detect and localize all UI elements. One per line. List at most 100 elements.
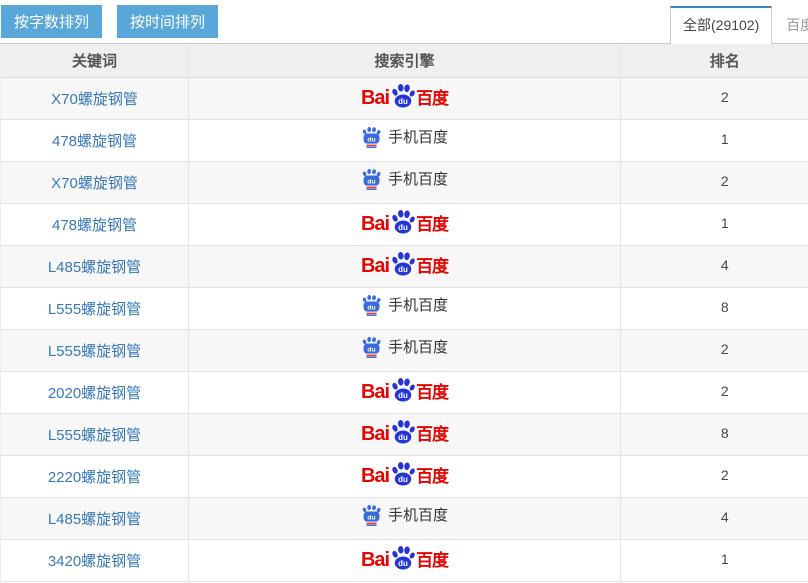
mobile-baidu-icon: du — [361, 505, 382, 526]
rank-value: 4 — [721, 257, 729, 273]
rank-value: 2 — [721, 467, 729, 483]
baidu-logo: Bai du 百度 — [361, 464, 448, 489]
search-engine-cell: Bai du 百度 — [189, 455, 621, 497]
ranking-table: 关键词 搜索引擎 排名 X70螺旋钢管 Bai d — [0, 44, 808, 582]
rank-cell: 1 — [621, 539, 808, 581]
svg-text:du: du — [367, 304, 375, 311]
baidu-logo-chinese: 百度 — [416, 216, 448, 233]
rank-value: 1 — [721, 551, 729, 567]
rank-value: 4 — [721, 509, 729, 525]
keyword-cell: 478螺旋钢管 — [1, 203, 189, 245]
table-row: L555螺旋钢管 Bai du 百度 — [1, 413, 808, 455]
svg-text:du: du — [398, 264, 408, 273]
mobile-baidu-icon: du — [361, 169, 382, 190]
header-keyword: 关键词 — [1, 44, 189, 77]
table-row: 478螺旋钢管 du — [1, 119, 808, 161]
mobile-baidu-label: 手机百度 — [388, 298, 448, 313]
rank-cell: 2 — [621, 371, 808, 413]
mobile-baidu-label: 手机百度 — [388, 508, 448, 523]
baidu-paw-icon: du — [390, 209, 415, 234]
baidu-paw-icon: du — [390, 83, 415, 108]
baidu-logo-bai: Bai — [361, 88, 389, 108]
baidu-logo-bai: Bai — [361, 214, 389, 234]
topbar: 按字数排列 按时间排列 全部(29102) 百度 — [0, 0, 808, 44]
keyword-link[interactable]: 478螺旋钢管 — [52, 217, 137, 234]
rank-cell: 8 — [621, 413, 808, 455]
search-engine-cell: Bai du 百度 — [189, 203, 621, 245]
baidu-logo-chinese: 百度 — [416, 468, 448, 485]
rank-value: 1 — [721, 215, 729, 231]
tab-all[interactable]: 全部(29102) — [670, 6, 772, 44]
svg-text:du: du — [398, 222, 408, 231]
sort-by-time-button[interactable]: 按时间排列 — [117, 5, 218, 38]
keyword-cell: X70螺旋钢管 — [1, 77, 189, 119]
table-row: L485螺旋钢管 Bai du 百度 — [1, 245, 808, 287]
rank-value: 2 — [721, 173, 729, 189]
baidu-logo: Bai du 百度 — [361, 380, 448, 405]
keyword-cell: 3420螺旋钢管 — [1, 539, 189, 581]
keyword-link[interactable]: 3420螺旋钢管 — [48, 553, 141, 570]
svg-text:du: du — [398, 558, 408, 567]
keyword-link[interactable]: 478螺旋钢管 — [52, 133, 137, 150]
baidu-logo-bai: Bai — [361, 256, 389, 276]
table-row: L485螺旋钢管 du — [1, 497, 808, 539]
tab-baidu[interactable]: 百度 — [772, 6, 808, 44]
search-engine-cell: Bai du 百度 — [189, 539, 621, 581]
keyword-cell: L485螺旋钢管 — [1, 245, 189, 287]
baidu-logo-chinese: 百度 — [416, 258, 448, 275]
rank-value: 2 — [721, 341, 729, 357]
table-row: L555螺旋钢管 du — [1, 329, 808, 371]
mobile-baidu: du 手机百度 — [361, 337, 448, 358]
keyword-link[interactable]: 2220螺旋钢管 — [48, 469, 141, 486]
keyword-cell: 478螺旋钢管 — [1, 119, 189, 161]
keyword-cell: 2220螺旋钢管 — [1, 455, 189, 497]
search-engine-cell: du du 手机百度 — [189, 287, 621, 329]
keyword-cell: L555螺旋钢管 — [1, 287, 189, 329]
search-engine-cell: du du 手机百度 — [189, 161, 621, 203]
baidu-logo-bai: Bai — [361, 466, 389, 486]
keyword-link[interactable]: X70螺旋钢管 — [51, 175, 138, 192]
baidu-logo-chinese: 百度 — [416, 384, 448, 401]
mobile-baidu-label: 手机百度 — [388, 172, 448, 187]
page: 按字数排列 按时间排列 全部(29102) 百度 关键词 搜索引擎 排名 X70… — [0, 0, 808, 582]
mobile-baidu: du 手机百度 — [361, 295, 448, 316]
rank-cell: 8 — [621, 287, 808, 329]
keyword-link[interactable]: L555螺旋钢管 — [48, 343, 141, 360]
rank-cell: 4 — [621, 497, 808, 539]
keyword-link[interactable]: L485螺旋钢管 — [48, 511, 141, 528]
sort-by-wordcount-button[interactable]: 按字数排列 — [1, 5, 102, 38]
keyword-cell: 2020螺旋钢管 — [1, 371, 189, 413]
mobile-baidu: du 手机百度 — [361, 505, 448, 526]
rank-value: 8 — [721, 425, 729, 441]
keyword-cell: L555螺旋钢管 — [1, 413, 189, 455]
mobile-baidu-icon: du — [361, 295, 382, 316]
baidu-logo-chinese: 百度 — [416, 426, 448, 443]
baidu-logo-bai: Bai — [361, 550, 389, 570]
svg-text:du: du — [367, 136, 375, 143]
baidu-logo: Bai du 百度 — [361, 212, 448, 237]
rank-cell: 4 — [621, 245, 808, 287]
keyword-link[interactable]: L555螺旋钢管 — [48, 427, 141, 444]
mobile-baidu-icon: du — [361, 337, 382, 358]
rank-cell: 1 — [621, 203, 808, 245]
rank-cell: 1 — [621, 119, 808, 161]
rank-cell: 2 — [621, 77, 808, 119]
rank-value: 8 — [721, 299, 729, 315]
rank-value: 2 — [721, 383, 729, 399]
table-row: 3420螺旋钢管 Bai du 百度 — [1, 539, 808, 581]
table-row: X70螺旋钢管 du — [1, 161, 808, 203]
keyword-cell: X70螺旋钢管 — [1, 161, 189, 203]
baidu-paw-icon: du — [390, 419, 415, 444]
keyword-link[interactable]: 2020螺旋钢管 — [48, 385, 141, 402]
baidu-logo-chinese: 百度 — [416, 90, 448, 107]
table-body: X70螺旋钢管 Bai du 百度 — [1, 77, 808, 581]
table-header-row: 关键词 搜索引擎 排名 — [1, 44, 808, 77]
keyword-link[interactable]: X70螺旋钢管 — [51, 91, 138, 108]
keyword-link[interactable]: L485螺旋钢管 — [48, 259, 141, 276]
svg-text:du: du — [367, 178, 375, 185]
svg-text:du: du — [398, 432, 408, 441]
search-engine-cell: Bai du 百度 — [189, 413, 621, 455]
baidu-logo: Bai du 百度 — [361, 422, 448, 447]
keyword-link[interactable]: L555螺旋钢管 — [48, 301, 141, 318]
mobile-baidu: du 手机百度 — [361, 169, 448, 190]
